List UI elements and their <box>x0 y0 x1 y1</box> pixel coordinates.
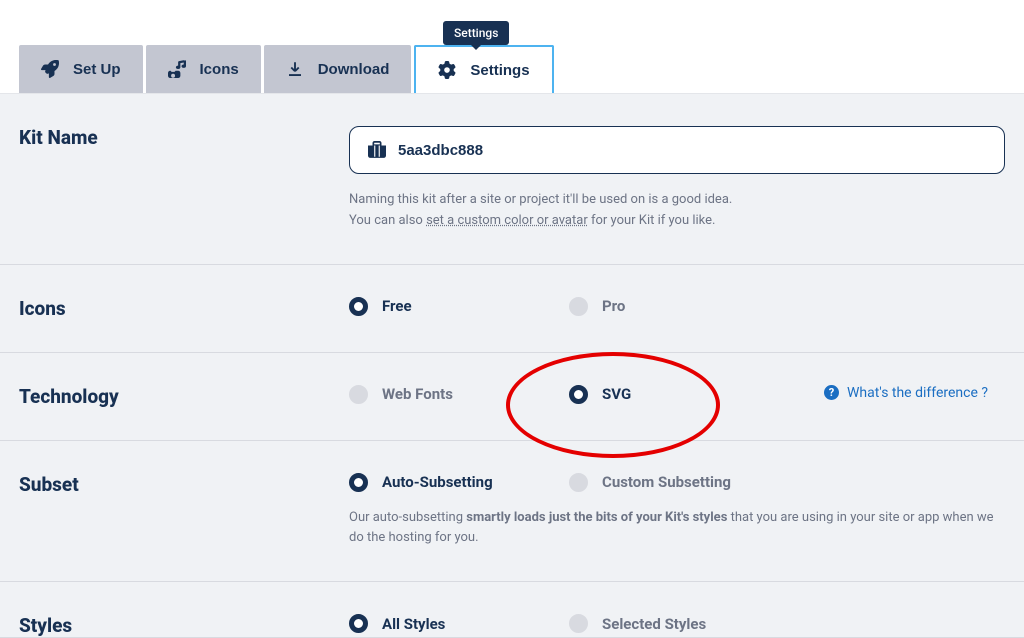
download-icon <box>286 60 304 78</box>
kit-name-title: Kit Name <box>19 126 349 149</box>
section-icons: Icons Free Pro <box>0 265 1024 353</box>
settings-tooltip: Settings <box>443 21 509 45</box>
icons-title: Icons <box>19 297 349 320</box>
radio-icon <box>569 297 588 316</box>
tab-label: Settings <box>470 62 529 79</box>
radio-icons-free[interactable]: Free <box>349 297 569 316</box>
radio-label: Pro <box>602 297 625 315</box>
radio-styles-selected[interactable]: Selected Styles <box>569 614 706 633</box>
tab-bar: Set Up Icons Download Settings <box>0 0 1024 94</box>
kit-name-input-wrapper[interactable] <box>349 126 1005 174</box>
radio-icon <box>349 473 368 492</box>
radio-subset-auto[interactable]: Auto-Subsetting <box>349 473 569 492</box>
radio-label: All Styles <box>382 615 445 633</box>
whats-difference-link[interactable]: ? What's the difference ? <box>824 385 988 401</box>
tab-label: Download <box>318 61 390 78</box>
radio-tech-webfonts[interactable]: Web Fonts <box>349 385 569 404</box>
tab-label: Icons <box>200 61 239 78</box>
radio-icon <box>569 473 588 492</box>
tab-setup[interactable]: Set Up <box>19 45 143 93</box>
tab-settings[interactable]: Settings <box>414 45 553 93</box>
tab-icons[interactable]: Icons <box>146 45 261 93</box>
radio-icon <box>569 614 588 633</box>
section-subset: Subset Auto-Subsetting Custom Subsetting… <box>0 441 1024 583</box>
kit-name-input[interactable] <box>398 142 986 159</box>
radio-icon <box>349 614 368 633</box>
section-kit-name: Kit Name Naming this kit after a site or… <box>0 94 1024 265</box>
gear-icon <box>438 61 456 79</box>
tab-label: Set Up <box>73 61 121 78</box>
radio-subset-custom[interactable]: Custom Subsetting <box>569 473 731 492</box>
suitcase-icon <box>368 141 386 159</box>
icons-icon <box>168 60 186 78</box>
subset-description: Our auto-subsetting smartly loads just t… <box>349 508 1005 550</box>
radio-label: Web Fonts <box>382 385 453 403</box>
radio-icon <box>569 385 588 404</box>
radio-tech-svg[interactable]: SVG <box>569 385 789 404</box>
styles-title: Styles <box>19 614 349 637</box>
section-styles: Styles All Styles Selected Styles <box>0 582 1024 638</box>
question-icon: ? <box>824 385 839 400</box>
kit-name-helper: Naming this kit after a site or project … <box>349 190 1005 232</box>
radio-icons-pro[interactable]: Pro <box>569 297 789 316</box>
custom-color-link[interactable]: set a custom color or avatar <box>426 213 588 228</box>
radio-label: Auto-Subsetting <box>382 473 493 491</box>
radio-icon <box>349 297 368 316</box>
radio-label: Custom Subsetting <box>602 473 731 491</box>
radio-styles-all[interactable]: All Styles <box>349 614 569 633</box>
section-technology: Technology Web Fonts SVG ? What's the di… <box>0 353 1024 441</box>
tab-download[interactable]: Download <box>264 45 412 93</box>
technology-title: Technology <box>19 385 349 408</box>
settings-content: Kit Name Naming this kit after a site or… <box>0 94 1024 638</box>
radio-label: Free <box>382 297 412 315</box>
radio-label: SVG <box>602 385 631 403</box>
rocket-icon <box>41 60 59 78</box>
radio-icon <box>349 385 368 404</box>
subset-title: Subset <box>19 473 349 496</box>
radio-label: Selected Styles <box>602 615 706 633</box>
